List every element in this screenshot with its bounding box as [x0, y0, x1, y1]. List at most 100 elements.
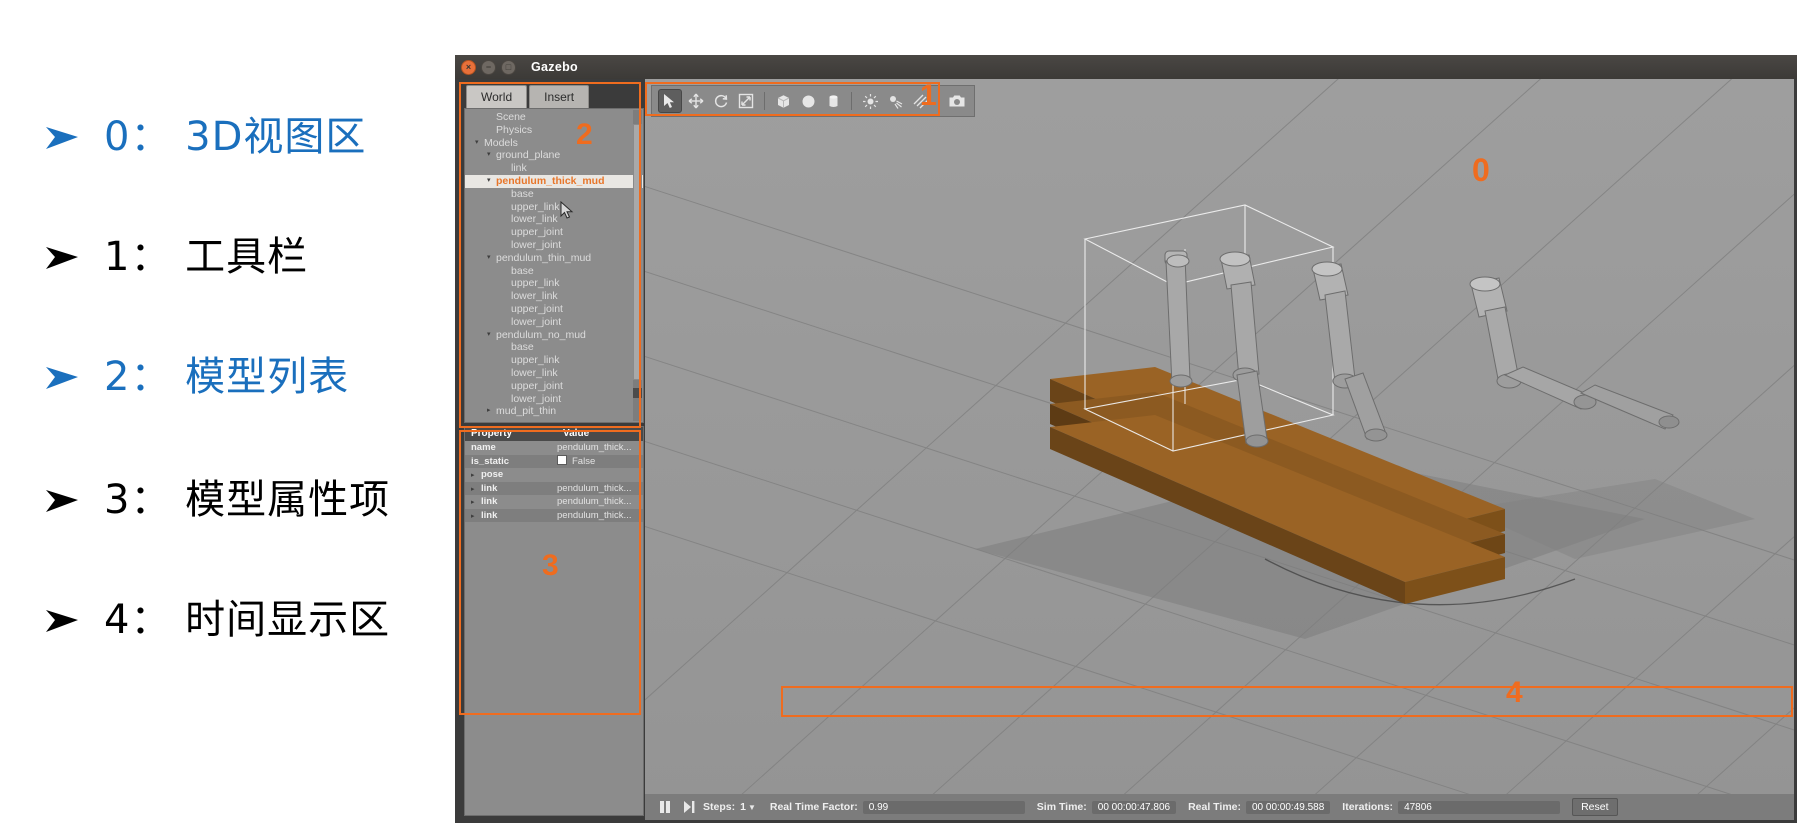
rotate-mode-icon[interactable]: [710, 90, 732, 112]
tree-item-base[interactable]: base: [465, 188, 643, 201]
tree-item-upper-joint[interactable]: upper_joint: [465, 380, 643, 393]
caret-right-icon[interactable]: ▸: [471, 485, 481, 493]
tree-item-mud-pit-thin[interactable]: mud_pit_thin: [465, 405, 643, 418]
bullet-label: 4： 时间显示区: [104, 597, 391, 643]
tree-item-label: base: [511, 341, 534, 354]
tree-item-lower-joint[interactable]: lower_joint: [465, 316, 643, 329]
tree-item-lower-link[interactable]: lower_link: [465, 213, 643, 226]
toolbar-separator: [938, 92, 939, 110]
property-name-text: link: [481, 482, 498, 494]
step-forward-icon[interactable]: [679, 798, 699, 816]
insert-box-icon[interactable]: [772, 90, 794, 112]
tree-item-physics[interactable]: Physics: [465, 124, 643, 137]
tree-item-ground-plane[interactable]: ground_plane: [465, 149, 643, 162]
caret-down-icon[interactable]: [487, 175, 496, 188]
bullet-label: 2： 模型列表: [104, 354, 350, 400]
tree-item-label: lower_link: [511, 366, 558, 379]
chevron-down-icon[interactable]: ▼: [748, 803, 756, 812]
pause-icon[interactable]: [655, 798, 675, 816]
tree-item-lower-joint[interactable]: lower_joint: [465, 239, 643, 252]
list-item: 3： 模型属性项: [40, 478, 390, 522]
tab-insert[interactable]: Insert: [529, 85, 590, 108]
tree-item-base[interactable]: base: [465, 341, 643, 354]
bullet-label: 0： 3D视图区: [104, 114, 367, 160]
point-light-icon[interactable]: [859, 90, 881, 112]
caret-down-icon[interactable]: [487, 252, 496, 265]
tree-item-lower-link[interactable]: lower_link: [465, 367, 643, 380]
tree-scrollbar-thumb[interactable]: [633, 124, 642, 380]
minimize-icon[interactable]: −: [481, 59, 496, 75]
screenshot-icon[interactable]: [946, 90, 968, 112]
tree-item-label: upper_link: [511, 200, 560, 213]
tree-scrollbar-end[interactable]: [633, 388, 642, 398]
property-name: name: [471, 442, 496, 454]
caret-right-icon[interactable]: [487, 405, 496, 418]
left-panel: World Insert Scene Physics Models ground…: [458, 79, 644, 820]
tree-item-models[interactable]: Models: [465, 137, 643, 150]
property-value: False: [553, 455, 643, 467]
spot-light-icon[interactable]: [884, 90, 906, 112]
table-row[interactable]: ▸ link pendulum_thick...: [465, 508, 643, 522]
arrowhead-marker-icon: [40, 355, 84, 399]
tree-scrollbar[interactable]: [633, 110, 642, 421]
maximize-icon[interactable]: □: [501, 59, 516, 75]
tree-item-upper-link[interactable]: upper_link: [465, 201, 643, 214]
caret-down-icon[interactable]: [487, 149, 496, 162]
tree-item-lower-link[interactable]: lower_link: [465, 290, 643, 303]
insert-sphere-icon[interactable]: [797, 90, 819, 112]
scale-mode-icon[interactable]: [735, 90, 757, 112]
tree-item-base[interactable]: base: [465, 265, 643, 278]
real-time-label: Real Time:: [1188, 801, 1241, 813]
3d-view-area[interactable]: Steps: 1 ▼ Real Time Factor: 0.99 Sim Ti…: [645, 79, 1794, 820]
table-row[interactable]: ▸ link pendulum_thick...: [465, 481, 643, 495]
translate-mode-icon[interactable]: [685, 90, 707, 112]
table-row[interactable]: is_static False: [465, 454, 643, 468]
close-icon[interactable]: ×: [461, 59, 476, 75]
property-name: ▸ link: [465, 483, 553, 494]
select-mode-icon[interactable]: [658, 89, 682, 113]
time-display-area[interactable]: Steps: 1 ▼ Real Time Factor: 0.99 Sim Ti…: [645, 794, 1794, 820]
tree-item-upper-joint[interactable]: upper_joint: [465, 226, 643, 239]
toolbar-separator: [851, 92, 852, 110]
annotation-label-3: 3: [542, 549, 559, 582]
property-value: pendulum_thick...: [557, 442, 632, 454]
tree-item-label: lower_link: [511, 290, 558, 303]
arrowhead-marker-icon: [40, 598, 84, 642]
caret-right-icon[interactable]: ▸: [471, 498, 481, 506]
table-row[interactable]: ▸ link pendulum_thick...: [465, 495, 643, 509]
real-time-value: 00 00:00:49.588: [1246, 800, 1331, 814]
steps-value[interactable]: 1: [740, 801, 746, 813]
table-row[interactable]: name pendulum_thick...: [465, 441, 643, 455]
tree-item-scene[interactable]: Scene: [465, 111, 643, 124]
tree-item-upper-joint[interactable]: upper_joint: [465, 303, 643, 316]
tree-item-upper-link[interactable]: upper_link: [465, 277, 643, 290]
tree-item-label: mud_pit_thin: [496, 405, 557, 418]
model-tree[interactable]: Scene Physics Models ground_plane link p…: [464, 108, 644, 423]
caret-right-icon[interactable]: ▸: [471, 471, 481, 479]
bullet-label: 1： 工具栏: [104, 234, 309, 280]
caret-down-icon[interactable]: [475, 137, 484, 150]
tree-item-pendulum-no-mud[interactable]: pendulum_no_mud: [465, 329, 643, 342]
tree-item-link[interactable]: link: [465, 162, 643, 175]
reset-button[interactable]: Reset: [1572, 798, 1618, 816]
property-name: is_static: [471, 455, 510, 467]
tree-item-label: ground_plane: [496, 149, 561, 162]
bullet-label: 3： 模型属性项: [104, 477, 391, 523]
list-item: 2： 模型列表: [40, 355, 349, 399]
table-row[interactable]: ▸ pose: [465, 468, 643, 482]
insert-cylinder-icon[interactable]: [822, 90, 844, 112]
tree-item-label: Physics: [496, 123, 533, 136]
tree-item-label: base: [511, 264, 534, 277]
tree-item-label: link: [511, 162, 527, 175]
tree-item-lower-joint[interactable]: lower_joint: [465, 393, 643, 406]
tree-item-pendulum-thick-mud[interactable]: pendulum_thick_mud: [465, 174, 643, 188]
caret-down-icon[interactable]: [487, 329, 496, 342]
tree-item-pendulum-thin-mud[interactable]: pendulum_thin_mud: [465, 252, 643, 265]
property-value-text: False: [572, 456, 596, 468]
property-table-header: Property Value: [465, 427, 643, 441]
tree-item-upper-link[interactable]: upper_link: [465, 354, 643, 367]
caret-right-icon[interactable]: ▸: [471, 512, 481, 520]
property-name: ▸ pose: [465, 469, 553, 480]
checkbox-icon[interactable]: [557, 455, 567, 466]
tab-world[interactable]: World: [466, 85, 528, 108]
